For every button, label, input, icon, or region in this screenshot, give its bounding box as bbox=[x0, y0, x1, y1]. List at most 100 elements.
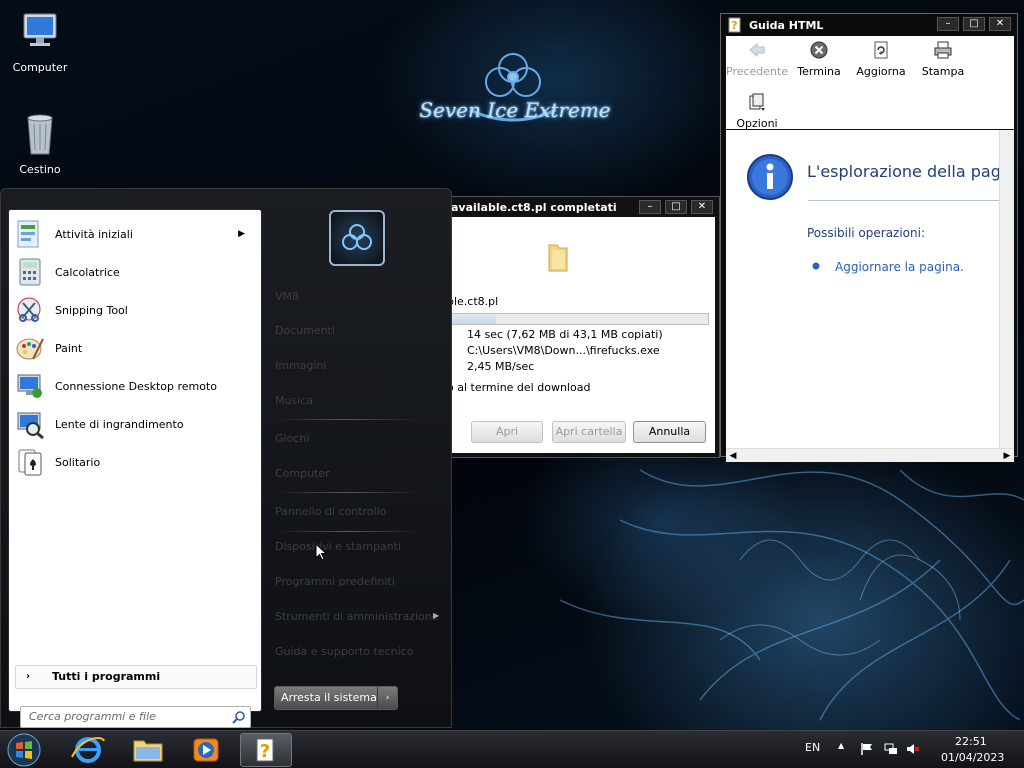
desktop-icon-label: Cestino bbox=[19, 163, 61, 176]
start-right-item[interactable]: Strumenti di amministrazione bbox=[275, 610, 439, 623]
taskbar-internet-explorer[interactable] bbox=[62, 733, 114, 767]
back-button-label: Precedente bbox=[726, 65, 789, 78]
shutdown-label: Arresta il sistema bbox=[281, 691, 377, 704]
stop-icon bbox=[810, 41, 828, 59]
program-getting-started[interactable]: Attività iniziali ▶ bbox=[15, 216, 257, 252]
start-right-item[interactable]: Guida e supporto tecnico bbox=[275, 645, 413, 658]
maximize-button[interactable]: □ bbox=[665, 200, 687, 214]
help-file-icon: ? bbox=[256, 738, 274, 762]
desktop-icon-label: Computer bbox=[12, 61, 68, 74]
vertical-scrollbar[interactable] bbox=[999, 130, 1014, 448]
submenu-arrow-icon: ▶ bbox=[238, 229, 245, 239]
close-button[interactable]: ✕ bbox=[691, 200, 713, 214]
svg-text:?: ? bbox=[731, 19, 737, 32]
start-right-item[interactable]: Programmi predefiniti bbox=[275, 575, 395, 588]
possible-actions-label: Possibili operazioni: bbox=[807, 226, 926, 240]
search-placeholder: Cerca programmi e file bbox=[29, 710, 156, 723]
program-label: Lente di ingrandimento bbox=[55, 417, 184, 431]
desktop-icon-recycle-bin[interactable]: Cestino bbox=[2, 110, 78, 176]
help-file-icon: ? bbox=[728, 17, 741, 33]
taskbar-media-player[interactable] bbox=[180, 733, 232, 767]
refresh-button[interactable]: Aggiorna bbox=[850, 40, 912, 78]
heading-divider bbox=[808, 200, 999, 201]
folder-icon bbox=[548, 244, 568, 272]
svg-text:?: ? bbox=[260, 741, 270, 762]
start-right-item[interactable]: Pannello di controllo bbox=[275, 505, 386, 518]
snipping-tool-icon bbox=[17, 297, 41, 322]
program-magnifier[interactable]: Lente di ingrandimento bbox=[15, 406, 257, 442]
calculator-icon bbox=[19, 258, 41, 286]
scroll-right-icon[interactable]: ▶ bbox=[1000, 449, 1014, 463]
start-right-item[interactable]: Computer bbox=[275, 467, 330, 480]
clock-date[interactable]: 01/04/2023 bbox=[941, 751, 1004, 764]
close-when-done-checkbox-label[interactable]: o al termine del download bbox=[447, 381, 590, 394]
close-button[interactable]: ✕ bbox=[989, 17, 1011, 31]
action-center-flag-icon[interactable] bbox=[860, 742, 874, 756]
download-window[interactable]: available.ct8.pl completati – □ ✕ ble.ct… bbox=[420, 196, 720, 458]
taskbar-help-html[interactable]: ? bbox=[240, 733, 292, 767]
cancel-button[interactable]: Annulla bbox=[633, 421, 706, 443]
menu-separator bbox=[275, 531, 419, 532]
minimize-button[interactable]: – bbox=[937, 17, 959, 31]
desktop-icon-computer[interactable]: Computer bbox=[2, 8, 78, 74]
download-time-remaining: 14 sec (7,62 MB di 43,1 MB copiati) bbox=[467, 328, 663, 341]
start-right-item[interactable]: Musica bbox=[275, 394, 313, 407]
program-solitaire[interactable]: Solitario bbox=[15, 444, 257, 480]
clock-time[interactable]: 22:51 bbox=[955, 735, 987, 748]
shutdown-button[interactable]: Arresta il sistema › bbox=[274, 686, 398, 710]
start-menu-programs-pane: Attività iniziali ▶ Calcolatrice Snippin… bbox=[8, 209, 262, 728]
search-icon bbox=[232, 711, 245, 724]
start-right-item[interactable]: VM8 bbox=[275, 290, 299, 303]
user-picture[interactable] bbox=[329, 210, 385, 266]
internet-explorer-icon bbox=[71, 737, 105, 763]
program-snipping-tool[interactable]: Snipping Tool bbox=[15, 292, 257, 328]
refresh-page-link[interactable]: Aggiornare la pagina. bbox=[835, 260, 964, 274]
program-calculator[interactable]: Calcolatrice bbox=[15, 254, 257, 290]
printer-icon bbox=[934, 41, 952, 59]
options-button[interactable]: Opzioni bbox=[726, 92, 788, 130]
options-icon bbox=[749, 93, 765, 111]
all-programs-button[interactable]: › Tutti i programmi bbox=[15, 665, 257, 689]
user-avatar-icon bbox=[342, 224, 372, 250]
stop-button[interactable]: Termina bbox=[788, 40, 850, 78]
start-right-item[interactable]: Documenti bbox=[275, 324, 335, 337]
horizontal-scrollbar[interactable]: ◀ ▶ bbox=[726, 448, 1014, 462]
help-window[interactable]: ? Guida HTML – □ ✕ Precedente Termina Ag… bbox=[720, 13, 1018, 462]
open-folder-button[interactable]: Apri cartella bbox=[552, 421, 626, 443]
start-right-item[interactable]: Immagini bbox=[275, 359, 326, 372]
download-window-body: ble.ct8.pl 14 sec (7,62 MB di 43,1 MB co… bbox=[425, 217, 715, 453]
network-icon[interactable] bbox=[884, 742, 898, 756]
computer-icon bbox=[23, 13, 57, 46]
maximize-button[interactable]: □ bbox=[963, 17, 985, 31]
paint-icon bbox=[16, 338, 44, 360]
back-arrow-icon bbox=[749, 42, 765, 58]
search-input[interactable]: Cerca programmi e file bbox=[20, 706, 251, 728]
show-hidden-icons-icon[interactable]: ▲ bbox=[838, 741, 844, 750]
taskbar-file-explorer[interactable] bbox=[122, 733, 174, 767]
volume-muted-icon[interactable] bbox=[906, 742, 920, 756]
scroll-left-icon[interactable]: ◀ bbox=[726, 449, 740, 463]
help-heading: L'esplorazione della pag bbox=[807, 162, 999, 181]
start-right-item[interactable]: Dispositivi e stampanti bbox=[275, 540, 401, 553]
download-window-title: available.ct8.pl completati bbox=[451, 201, 617, 214]
back-button[interactable]: Precedente bbox=[726, 40, 788, 78]
program-remote-desktop[interactable]: Connessione Desktop remoto bbox=[15, 368, 257, 404]
shutdown-options-arrow-icon[interactable]: › bbox=[377, 687, 397, 709]
stop-button-label: Termina bbox=[797, 65, 841, 78]
minimize-button[interactable]: – bbox=[639, 200, 661, 214]
all-programs-label: Tutti i programmi bbox=[52, 670, 161, 683]
language-indicator[interactable]: EN bbox=[805, 741, 820, 754]
start-right-item[interactable]: Giochi bbox=[275, 432, 309, 445]
program-label: Calcolatrice bbox=[55, 265, 120, 279]
solitaire-icon bbox=[18, 449, 42, 476]
open-button[interactable]: Apri bbox=[471, 421, 543, 443]
download-progress-fill bbox=[450, 314, 497, 324]
refresh-icon bbox=[874, 41, 888, 59]
media-player-icon bbox=[193, 738, 219, 762]
file-explorer-icon bbox=[133, 740, 163, 762]
info-icon bbox=[747, 154, 793, 200]
start-orb-icon[interactable] bbox=[4, 732, 44, 768]
download-progress-bar bbox=[449, 313, 709, 325]
program-paint[interactable]: Paint bbox=[15, 330, 257, 366]
print-button[interactable]: Stampa bbox=[912, 40, 974, 78]
